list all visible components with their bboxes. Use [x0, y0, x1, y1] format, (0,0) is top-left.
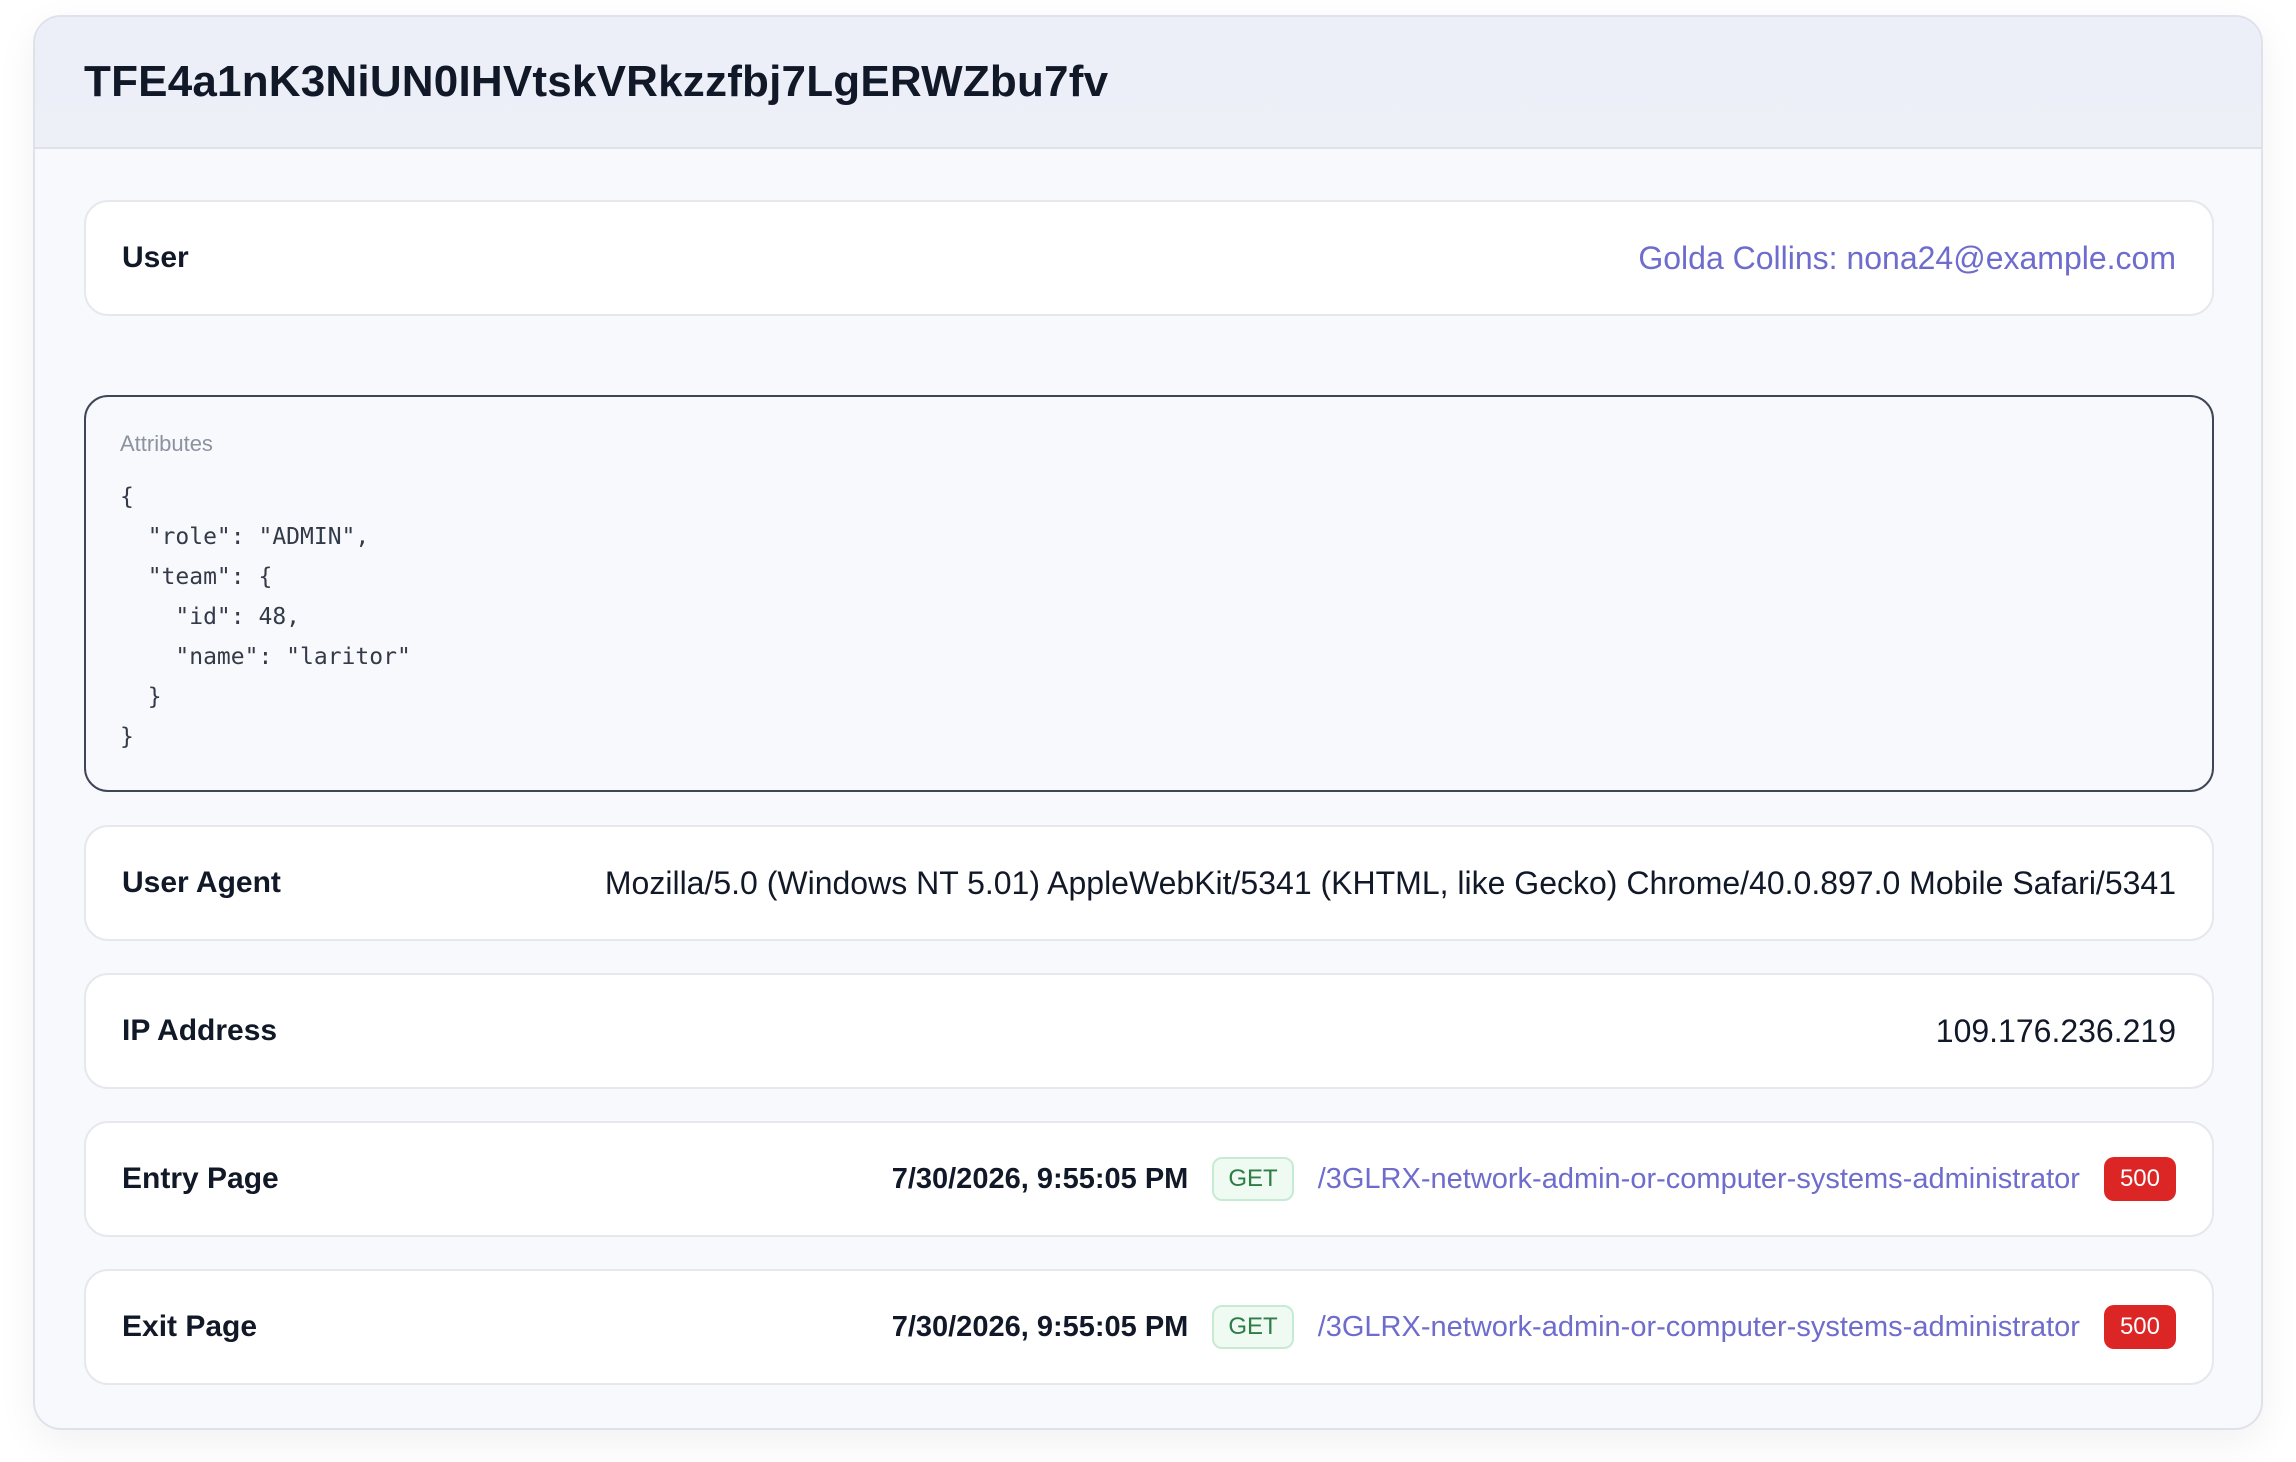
user-agent-value: Mozilla/5.0 (Windows NT 5.01) AppleWebKi… [604, 864, 2176, 901]
session-id-title: TFE4a1nK3NiUN0IHVtskVRkzzfbj7LgERWZbu7fv [84, 57, 1109, 106]
ip-address-value: 109.176.236.219 [1935, 1012, 2176, 1049]
exit-page-timestamp: 7/30/2026, 9:55:05 PM [891, 1310, 1189, 1343]
entry-page-details: 7/30/2026, 9:55:05 PM GET /3GLRX-network… [892, 1157, 2176, 1201]
ip-address-label: IP Address [122, 1014, 278, 1047]
entry-page-method-badge: GET [1212, 1157, 1294, 1201]
entry-page-status-badge: 500 [2103, 1157, 2176, 1201]
exit-page-status-badge: 500 [2103, 1305, 2176, 1349]
attributes-label: Attributes [120, 431, 213, 456]
entry-page-path-link[interactable]: /3GLRX-network-admin-or-computer-systems… [1318, 1163, 2080, 1196]
exit-page-path-link[interactable]: /3GLRX-network-admin-or-computer-systems… [1318, 1311, 2080, 1344]
exit-page-row: Exit Page 7/30/2026, 9:55:05 PM GET /3GL… [84, 1269, 2214, 1385]
exit-page-label: Exit Page [122, 1310, 258, 1343]
card-header: TFE4a1nK3NiUN0IHVtskVRkzzfbj7LgERWZbu7fv [35, 17, 2261, 149]
session-detail-card: TFE4a1nK3NiUN0IHVtskVRkzzfbj7LgERWZbu7fv… [33, 15, 2263, 1430]
exit-page-details: 7/30/2026, 9:55:05 PM GET /3GLRX-network… [892, 1305, 2176, 1349]
user-row: User Golda Collins: nona24@example.com [84, 200, 2214, 316]
attributes-panel: Attributes { "role": "ADMIN", "team": { … [84, 395, 2214, 792]
entry-page-timestamp: 7/30/2026, 9:55:05 PM [891, 1162, 1189, 1195]
exit-page-method-badge: GET [1212, 1305, 1294, 1349]
user-agent-label: User Agent [122, 866, 281, 899]
entry-page-label: Entry Page [122, 1162, 279, 1195]
user-agent-row: User Agent Mozilla/5.0 (Windows NT 5.01)… [84, 825, 2214, 941]
user-label: User [122, 241, 189, 274]
ip-address-row: IP Address 109.176.236.219 [84, 973, 2214, 1089]
entry-page-row: Entry Page 7/30/2026, 9:55:05 PM GET /3G… [84, 1121, 2214, 1237]
attributes-json: { "role": "ADMIN", "team": { "id": 48, "… [120, 484, 411, 750]
user-link[interactable]: Golda Collins: nona24@example.com [1638, 240, 2176, 277]
